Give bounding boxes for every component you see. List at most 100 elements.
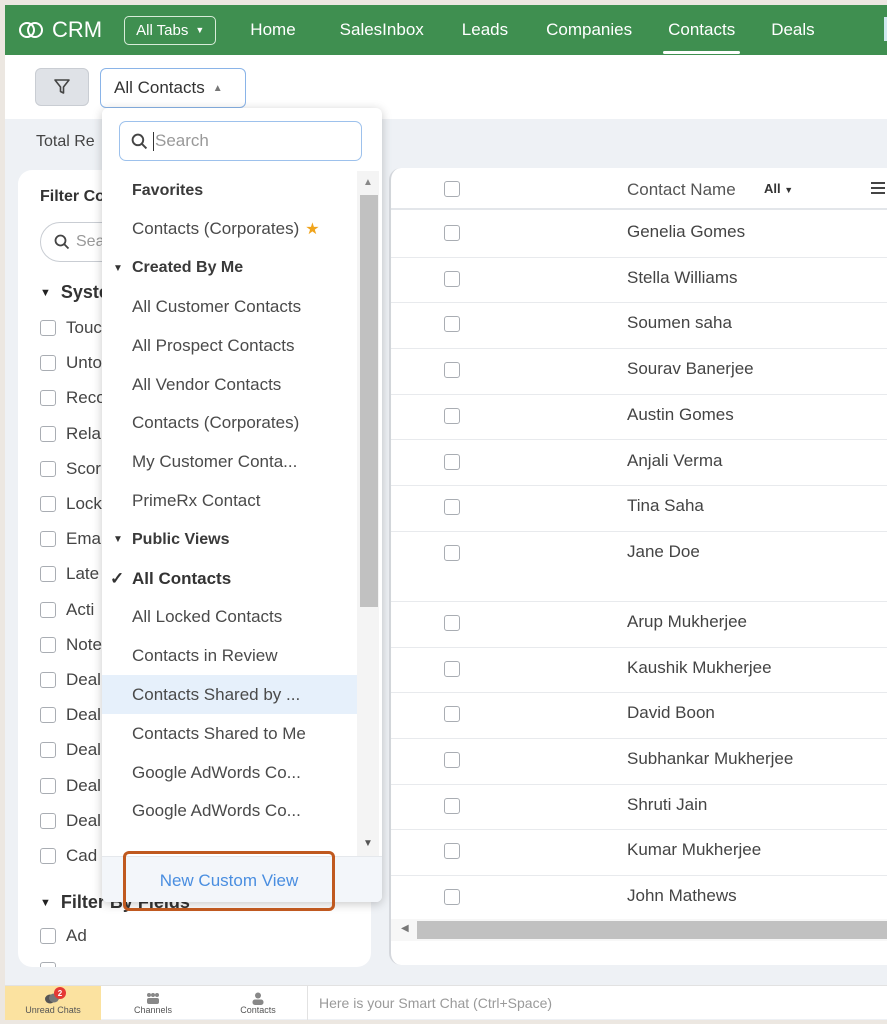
contact-name-cell[interactable]: John Mathews — [627, 886, 737, 906]
table-row[interactable]: Stella Williams — [391, 258, 887, 304]
view-option[interactable]: My Customer Conta... — [102, 443, 357, 482]
row-checkbox[interactable] — [444, 889, 460, 906]
checkbox[interactable] — [40, 962, 56, 967]
view-selector[interactable]: All Contacts ▲ — [100, 68, 246, 108]
scrollbar-thumb[interactable] — [417, 921, 887, 939]
checkbox[interactable] — [40, 496, 56, 512]
table-row[interactable]: Kaushik Mukherjee — [391, 648, 887, 694]
checkbox[interactable] — [40, 460, 56, 477]
row-checkbox[interactable] — [444, 752, 460, 768]
nav-tab-deals[interactable]: Deals — [771, 5, 814, 55]
table-row[interactable]: John Mathews — [391, 876, 887, 922]
checkbox[interactable] — [40, 928, 56, 944]
row-checkbox[interactable] — [444, 407, 460, 424]
view-option[interactable]: All Vendor Contacts — [102, 365, 357, 404]
table-row[interactable]: Austin Gomes — [391, 395, 887, 441]
nav-tab-companies[interactable]: Companies — [546, 5, 632, 55]
filter-checkbox-item[interactable]: Ema — [40, 529, 101, 549]
column-header-contact-name[interactable]: Contact Name — [627, 180, 736, 200]
filter-checkbox-item[interactable]: Lock — [40, 494, 102, 514]
contact-name-cell[interactable]: David Boon — [627, 703, 715, 723]
row-checkbox[interactable] — [444, 270, 460, 287]
checkbox[interactable] — [40, 848, 56, 864]
filter-checkbox-item[interactable]: Deal — [40, 776, 101, 796]
contacts-tab[interactable]: Contacts — [210, 986, 306, 1020]
filter-checkbox-item[interactable]: Deal — [40, 670, 101, 690]
checkbox[interactable] — [40, 425, 56, 442]
view-option[interactable]: Contacts (Corporates) ★ — [102, 210, 357, 249]
favorite-star-icon[interactable]: ★ — [305, 219, 319, 239]
row-checkbox[interactable] — [444, 843, 460, 860]
new-custom-view-button[interactable]: New Custom View — [125, 871, 333, 891]
view-search-input[interactable]: Search — [119, 121, 362, 161]
view-option[interactable]: Contacts (Corporates) — [102, 404, 357, 443]
checkbox[interactable] — [40, 531, 56, 548]
section-system-filters[interactable]: ▼ Syste — [40, 282, 109, 303]
row-checkbox[interactable] — [444, 544, 460, 561]
contact-name-cell[interactable]: Kumar Mukherjee — [627, 840, 761, 860]
table-row[interactable]: Subhankar Mukherjee — [391, 739, 887, 785]
nav-tab-contacts[interactable]: Contacts — [663, 5, 741, 55]
channels-tab[interactable]: Channels — [105, 986, 201, 1020]
filter-checkbox-item[interactable]: Unto — [40, 353, 102, 373]
filter-checkbox-item[interactable]: Reco — [40, 388, 106, 408]
contact-name-cell[interactable]: Stella Williams — [627, 268, 738, 288]
checkbox[interactable] — [40, 672, 56, 688]
filter-checkbox-item[interactable] — [40, 962, 66, 967]
view-option[interactable]: Google AdWords Co... — [102, 753, 357, 792]
filter-checkbox-item[interactable]: Rela — [40, 424, 101, 444]
table-row[interactable]: Shruti Jain — [391, 785, 887, 831]
table-row[interactable]: Jane Doe — [391, 532, 887, 602]
filter-checkbox-item[interactable]: Acti — [40, 600, 94, 620]
table-row[interactable]: Anjali Verma — [391, 441, 887, 487]
row-checkbox[interactable] — [444, 706, 460, 723]
contact-name-cell[interactable]: Arup Mukherjee — [627, 612, 747, 632]
table-row[interactable]: Tina Saha — [391, 486, 887, 532]
table-row[interactable]: Sourav Banerjee — [391, 349, 887, 395]
filter-checkbox-item[interactable]: Touc — [40, 318, 102, 338]
checkbox[interactable] — [40, 777, 56, 794]
nav-tab-salesinbox[interactable]: SalesInbox — [340, 5, 424, 55]
select-all-checkbox[interactable] — [444, 181, 460, 197]
contact-name-cell[interactable]: Soumen saha — [627, 313, 732, 333]
checkbox[interactable] — [40, 320, 56, 336]
scrollbar-thumb[interactable] — [360, 195, 378, 607]
checkbox[interactable] — [40, 707, 56, 724]
view-option[interactable]: PrimeRx Contact — [102, 481, 357, 520]
view-group-header[interactable]: ▼ Created By Me — [102, 249, 357, 288]
contact-name-cell[interactable]: Sourav Banerjee — [627, 359, 754, 379]
view-option[interactable]: Contacts Shared by ... — [102, 675, 357, 715]
filter-checkbox-item[interactable]: Deal — [40, 705, 101, 725]
row-checkbox[interactable] — [444, 797, 460, 814]
all-tabs-button[interactable]: All Tabs ▼ — [124, 15, 217, 45]
filter-toggle-button[interactable] — [35, 68, 89, 106]
dropdown-vertical-scrollbar[interactable]: ▲ ▼ — [357, 171, 379, 857]
view-option[interactable]: All Customer Contacts — [102, 287, 357, 326]
view-option[interactable]: All Locked Contacts — [102, 598, 357, 637]
checkbox[interactable] — [40, 812, 56, 829]
filter-checkbox-item[interactable]: Note — [40, 635, 102, 655]
checkbox[interactable] — [40, 636, 56, 653]
contact-name-cell[interactable]: Tina Saha — [627, 496, 704, 516]
filter-checkbox-item[interactable]: Cad — [40, 846, 97, 866]
contact-name-cell[interactable]: Genelia Gomes — [627, 222, 745, 242]
row-checkbox[interactable] — [444, 614, 460, 631]
filter-checkbox-item[interactable]: Ad — [40, 926, 87, 946]
checkbox[interactable] — [40, 355, 56, 372]
checkbox[interactable] — [40, 390, 56, 407]
view-option[interactable]: Google AdWords Co... — [102, 792, 357, 831]
table-row[interactable]: David Boon — [391, 693, 887, 739]
table-row[interactable]: Soumen saha — [391, 303, 887, 350]
contact-name-cell[interactable]: Kaushik Mukherjee — [627, 658, 772, 678]
table-row[interactable]: Genelia Gomes — [391, 212, 887, 258]
scroll-up-icon[interactable]: ▲ — [363, 177, 373, 188]
row-checkbox[interactable] — [444, 660, 460, 677]
view-option[interactable]: Contacts Shared to Me — [102, 714, 357, 753]
column-filter-dropdown[interactable]: All ▼ — [764, 181, 793, 196]
contact-name-cell[interactable]: Subhankar Mukherjee — [627, 749, 793, 769]
view-option[interactable]: Contacts in Review — [102, 637, 357, 676]
contact-name-cell[interactable]: Jane Doe — [627, 542, 700, 562]
view-option[interactable]: All Prospect Contacts — [102, 326, 357, 365]
unread-chats-tab[interactable]: 2 Unread Chats — [5, 986, 101, 1020]
scroll-left-icon[interactable]: ◀ — [401, 923, 409, 934]
